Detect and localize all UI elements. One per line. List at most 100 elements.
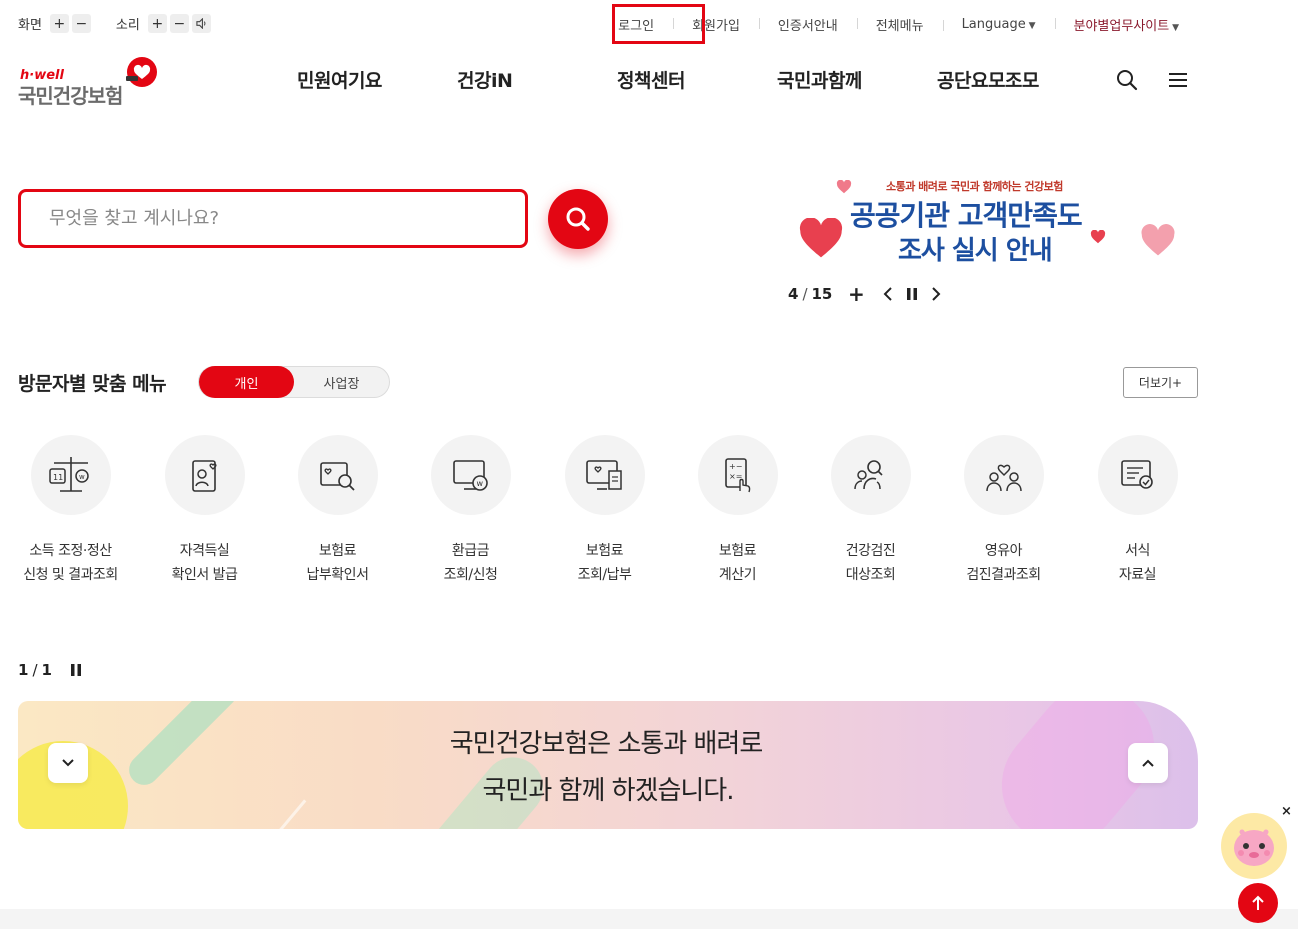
service-label-line2: 자료실 (1118, 567, 1157, 583)
slogan-current-page: 1 (18, 661, 29, 679)
sound-label: 소리 (115, 18, 140, 33)
hamburger-menu-icon[interactable] (1166, 68, 1190, 92)
banner-total-pages: 15 (811, 285, 833, 303)
tab-business[interactable]: 사업장 (294, 367, 389, 397)
scale-icon: 11 w (30, 435, 111, 515)
pause-icon[interactable] (902, 284, 922, 304)
notice-banner[interactable]: 소통과 배려로 국민과 함께하는 건강보험 공공기관 고객만족도 조사 실시 안… (790, 174, 1190, 274)
nav-item-civil-service[interactable]: 민원여기요 (297, 66, 382, 93)
service-item[interactable]: 서식자료실 (1071, 435, 1204, 587)
footer-strip (0, 909, 1298, 929)
search-button[interactable] (548, 189, 608, 249)
volume-up-button[interactable]: + (147, 14, 167, 33)
service-label: 영유아 검진결과조회 (937, 539, 1070, 587)
service-label-line1: 환급금 (451, 543, 490, 559)
chevron-down-icon[interactable] (48, 743, 88, 783)
service-item[interactable]: +− ×= 보험료 계산기 (671, 435, 804, 587)
form-document-icon (1097, 435, 1178, 515)
people-search-icon (830, 435, 911, 515)
monitor-won-icon: w (430, 435, 511, 515)
chatbot-mascot-button[interactable] (1221, 813, 1287, 879)
service-label-line1: 보험료 (718, 543, 757, 559)
banner-title-line2: 조사 실시 안내 (898, 236, 1053, 266)
nav-item-policy-center[interactable]: 정책센터 (617, 66, 685, 93)
main-navigation: 민원여기요 건강iN 정책센터 국민과함께 공단요모조모 (0, 66, 1298, 96)
service-label-line2: 납부확인서 (306, 567, 369, 583)
service-item[interactable]: 보험료 조회/납부 (538, 435, 671, 587)
tiny-heart-icon (1090, 230, 1106, 244)
svg-text:w: w (79, 473, 85, 481)
pause-icon[interactable] (66, 660, 86, 680)
small-heart-icon (836, 180, 852, 194)
service-label: 건강검진 대상조회 (804, 539, 937, 587)
service-label-line1: 자격득실 (179, 543, 230, 559)
slogan-pager: 1 / 1 (18, 660, 86, 680)
service-label-line1: 건강검진 (845, 543, 896, 559)
volume-down-button[interactable]: − (169, 14, 189, 33)
screen-zoom-control: 화면 + − (18, 14, 94, 33)
slogan-banner: 국민건강보험은 소통과 배려로 국민과 함께 하겠습니다. (18, 701, 1198, 829)
service-label-line1: 보험료 (318, 543, 357, 559)
login-highlight-box (612, 4, 705, 44)
service-label-line1: 소득 조정·정산 (29, 543, 112, 559)
service-label-line1: 영유아 (984, 543, 1023, 559)
chevron-left-icon[interactable] (878, 284, 898, 304)
visitor-type-toggle: 개인 사업장 (198, 366, 390, 398)
svg-text:+−: +− (729, 462, 742, 471)
slogan-line2: 국민과 함께 하겠습니다. (482, 776, 735, 806)
accessibility-controls: 화면 + − 소리 + − (18, 14, 236, 33)
main-search-box (18, 189, 528, 248)
svg-text:11: 11 (53, 473, 63, 482)
nav-item-with-people[interactable]: 국민과함께 (777, 66, 862, 93)
search-input[interactable] (21, 192, 525, 245)
service-label-line2: 확인서 발급 (171, 567, 238, 583)
service-item[interactable]: 11 w 소득 조정·정산신청 및 결과조회 (4, 435, 137, 587)
zoom-in-button[interactable]: + (49, 14, 69, 33)
service-label-line1: 서식 (1125, 543, 1150, 559)
more-button[interactable]: 더보기+ (1123, 367, 1198, 398)
tab-personal[interactable]: 개인 (199, 366, 294, 398)
monitor-receipt-icon (564, 435, 645, 515)
business-sites-dropdown[interactable]: 분야별업무사이트 (1054, 15, 1198, 34)
banner-page-separator: / (802, 285, 808, 303)
scroll-top-button[interactable] (1238, 883, 1278, 923)
service-label: 자격득실확인서 발급 (138, 539, 271, 587)
chatbot-close-button[interactable]: × (1281, 804, 1292, 819)
nav-item-about-nhis[interactable]: 공단요모조모 (937, 66, 1039, 93)
family-icon (963, 435, 1044, 515)
all-menu-link[interactable]: 전체메뉴 (856, 15, 943, 34)
slogan-page-separator: / (32, 661, 38, 679)
sound-control: 소리 + − (116, 14, 214, 33)
slogan-line1: 국민건강보험은 소통과 배려로 (449, 729, 764, 759)
calculator-icon: +− ×= (697, 435, 778, 515)
search-icon[interactable] (1115, 68, 1139, 92)
language-dropdown[interactable]: Language (942, 17, 1055, 32)
service-item[interactable]: w 환급금 조회/신청 (404, 435, 537, 587)
banner-view-all-button[interactable]: + (846, 282, 866, 306)
chevron-up-icon[interactable] (1128, 743, 1168, 783)
banner-pager: 4 / 15 + (788, 282, 946, 306)
screen-label: 화면 (18, 18, 42, 33)
service-item[interactable]: 자격득실확인서 발급 (138, 435, 271, 587)
service-item[interactable]: 보험료납부확인서 (271, 435, 404, 587)
document-search-icon (297, 435, 378, 515)
arrow-up-icon (1252, 895, 1264, 910)
chevron-right-icon[interactable] (926, 284, 946, 304)
nav-item-health-in[interactable]: 건강iN (457, 66, 513, 93)
svg-text:w: w (476, 479, 483, 488)
service-label: 소득 조정·정산신청 및 결과조회 (4, 539, 137, 587)
red-heart-icon (799, 218, 843, 258)
pink-heart-icon (1141, 224, 1175, 256)
service-item[interactable]: 영유아 검진결과조회 (937, 435, 1070, 587)
service-item[interactable]: 건강검진 대상조회 (804, 435, 937, 587)
speaker-icon[interactable] (191, 14, 211, 33)
service-label: 보험료 계산기 (671, 539, 804, 587)
service-label: 환급금 조회/신청 (404, 539, 537, 587)
service-label: 보험료 조회/납부 (538, 539, 671, 587)
service-label-line2: 신청 및 결과조회 (23, 567, 118, 583)
visitor-menu-title: 방문자별 맞춤 메뉴 (18, 373, 167, 395)
certificate-guide-link[interactable]: 인증서안내 (758, 15, 857, 34)
search-button-icon (566, 207, 590, 231)
zoom-out-button[interactable]: − (71, 14, 91, 33)
service-label: 보험료납부확인서 (271, 539, 404, 587)
